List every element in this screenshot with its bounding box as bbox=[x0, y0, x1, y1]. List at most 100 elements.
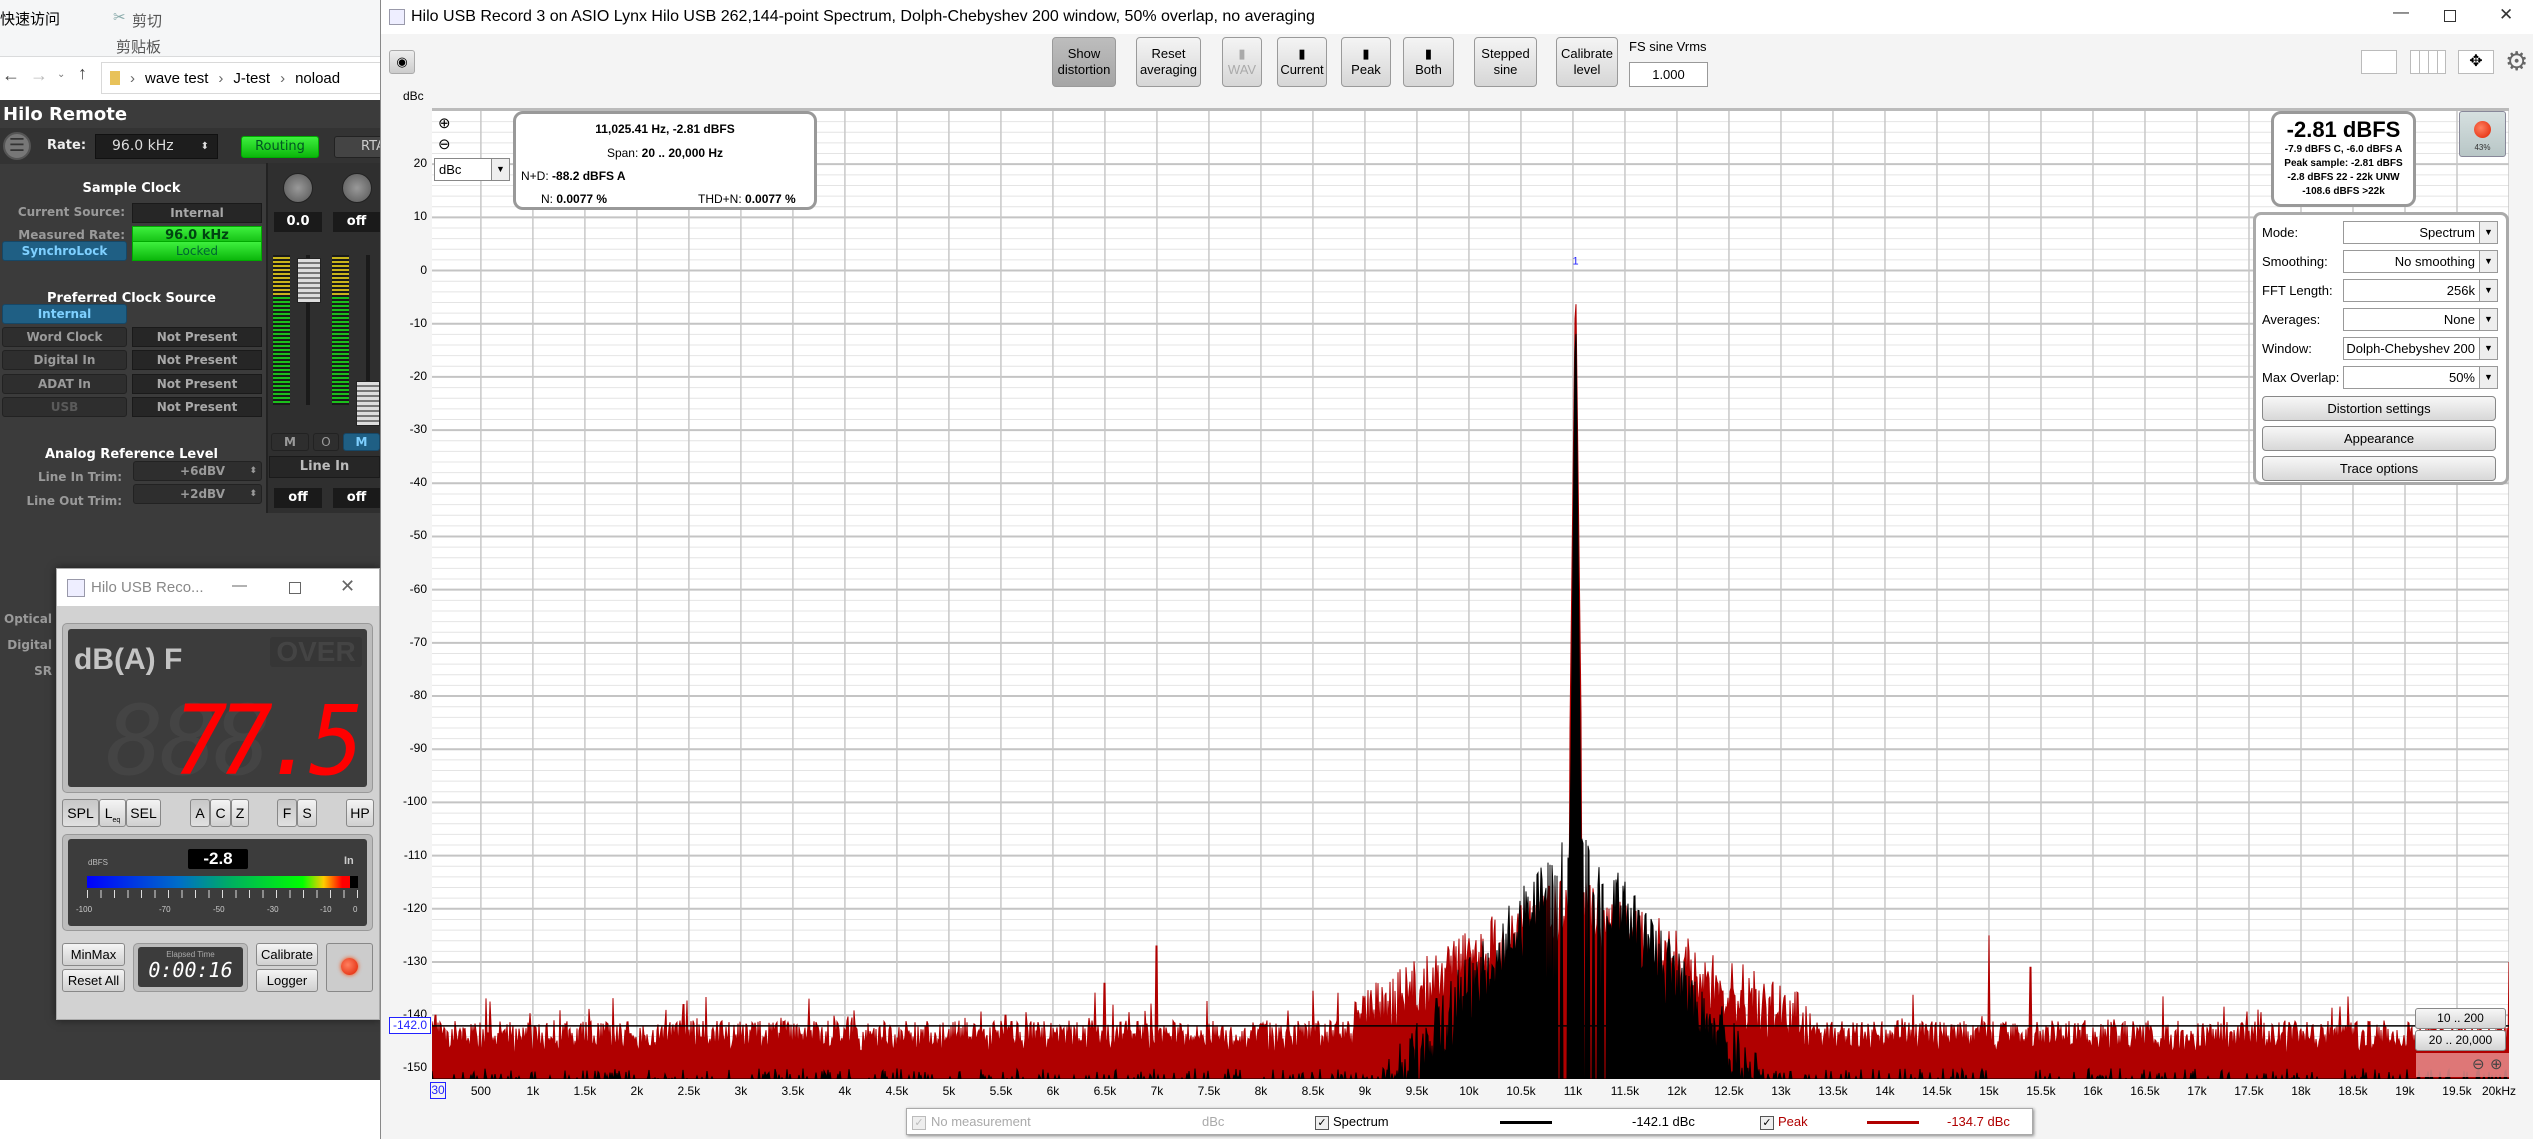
level-bar-fill bbox=[87, 876, 350, 888]
pan-value: off bbox=[333, 212, 380, 232]
sample-clock-heading: Sample Clock bbox=[82, 181, 181, 196]
averages-select[interactable]: None ▼ bbox=[2343, 308, 2498, 331]
clock-source-word-clock[interactable]: Word Clock bbox=[2, 327, 127, 347]
reset-all-button[interactable]: Reset All bbox=[62, 969, 125, 992]
close-icon[interactable]: ✕ bbox=[340, 576, 355, 597]
save-current-button[interactable]: ▮ Current bbox=[1277, 37, 1327, 87]
record-toggle-button[interactable]: 43% bbox=[2459, 111, 2506, 157]
zoom-out-icon[interactable]: ⊖ bbox=[438, 135, 451, 153]
fft-length-label: FFT Length: bbox=[2262, 283, 2333, 298]
cut-button[interactable]: 剪切 bbox=[132, 10, 162, 31]
monitor-button[interactable]: M bbox=[343, 433, 380, 451]
maximize-icon[interactable] bbox=[2444, 10, 2456, 22]
gear-icon[interactable]: ⚙ bbox=[2505, 48, 2528, 74]
close-icon[interactable]: ✕ bbox=[2499, 5, 2513, 25]
appearance-button[interactable]: Appearance bbox=[2262, 426, 2496, 451]
maximize-icon[interactable] bbox=[289, 582, 301, 594]
line-out-trim-select[interactable]: +2dBV ⬍ bbox=[133, 484, 262, 504]
leq-button[interactable]: Leq bbox=[99, 799, 126, 827]
breadcrumb-item[interactable]: wave test bbox=[145, 70, 208, 87]
menu-icon[interactable]: ☰ bbox=[3, 132, 31, 160]
clock-source-internal[interactable]: Internal bbox=[2, 304, 127, 324]
scale-label: -70 bbox=[159, 905, 171, 914]
smoothing-select[interactable]: No smoothing ▼ bbox=[2343, 250, 2498, 273]
sel-button[interactable]: SEL bbox=[126, 799, 161, 827]
save-both-button[interactable]: ▮ Both bbox=[1403, 37, 1454, 87]
stepped-sine-button[interactable]: Stepped sine bbox=[1474, 37, 1537, 87]
fast-button[interactable]: F bbox=[277, 799, 297, 827]
rate-select[interactable]: 96.0 kHz ⬍ bbox=[95, 134, 218, 159]
y-tick-label: -90 bbox=[409, 741, 427, 756]
hp-button[interactable]: HP bbox=[346, 799, 374, 827]
show-distortion-button[interactable]: Show distortion bbox=[1052, 37, 1116, 87]
n-label: N: bbox=[541, 192, 553, 206]
mode-select[interactable]: Spectrum ▼ bbox=[2343, 221, 2498, 244]
meter-titlebar: Hilo USB Reco... — ✕ bbox=[57, 569, 379, 606]
minmax-button[interactable]: MinMax bbox=[62, 943, 125, 966]
nd-value: -88.2 dBFS A bbox=[552, 169, 626, 183]
forward-arrow-icon[interactable]: → bbox=[30, 65, 48, 86]
grid-columns-icon[interactable] bbox=[2410, 50, 2446, 74]
spectrum-checkbox[interactable]: ✓ bbox=[1315, 1114, 1329, 1130]
fader-handle[interactable] bbox=[297, 258, 321, 303]
breadcrumb-item[interactable]: noload bbox=[295, 70, 340, 87]
slow-button[interactable]: S bbox=[297, 799, 317, 827]
fs-sine-input[interactable] bbox=[1629, 62, 1708, 87]
synchrolock-button[interactable]: SynchroLock bbox=[2, 241, 127, 261]
clock-source-digital-in[interactable]: Digital In bbox=[2, 350, 127, 370]
calibrate-level-button[interactable]: Calibrate level bbox=[1556, 37, 1618, 87]
marker-value-box[interactable]: -142.0 bbox=[389, 1016, 431, 1034]
a-weighting-button[interactable]: A bbox=[190, 799, 210, 827]
unit-select[interactable]: dBc ▼ bbox=[434, 158, 510, 181]
fft-length-select[interactable]: 256k ▼ bbox=[2343, 279, 2498, 302]
fader-handle[interactable] bbox=[356, 381, 380, 426]
pan-arrows-icon[interactable]: ✥ bbox=[2458, 50, 2494, 74]
measurement-info-box: 11,025.41 Hz, -2.81 dBFS Span: 20 .. 20,… bbox=[513, 111, 817, 210]
line-in-trim-select[interactable]: +6dBV ⬍ bbox=[133, 461, 262, 481]
quick-access-label[interactable]: 快速访问 bbox=[0, 8, 60, 29]
range-10-200-button[interactable]: 10 .. 200 bbox=[2415, 1008, 2506, 1029]
routing-button[interactable]: Routing bbox=[241, 136, 319, 158]
calibrate-button[interactable]: Calibrate bbox=[256, 943, 318, 966]
max-overlap-select[interactable]: 50% ▼ bbox=[2343, 366, 2498, 389]
spectrum-plot[interactable]: 1 bbox=[432, 108, 2509, 1079]
pan-knob-icon[interactable] bbox=[283, 173, 313, 203]
up-arrow-icon[interactable]: ↑ bbox=[78, 63, 87, 84]
save-wav-button[interactable]: ▮ WAV bbox=[1222, 37, 1262, 87]
minimize-icon[interactable]: — bbox=[232, 577, 247, 594]
minimize-icon[interactable]: — bbox=[2393, 4, 2409, 22]
no-measurement-unit: dBc bbox=[1202, 1114, 1225, 1129]
save-peak-button[interactable]: ▮ Peak bbox=[1341, 37, 1391, 87]
logger-button[interactable]: Logger bbox=[256, 969, 318, 992]
span-readout: Span: 20 .. 20,000 Hz bbox=[516, 146, 814, 160]
zoom-in-icon[interactable]: ⊕ bbox=[438, 114, 451, 132]
window-select[interactable]: Dolph-Chebyshev 200 ▼ bbox=[2343, 337, 2498, 360]
range-20-20000-button[interactable]: 20 .. 20,000 bbox=[2415, 1030, 2506, 1051]
record-percent: 43% bbox=[2474, 143, 2491, 152]
record-button[interactable] bbox=[326, 943, 373, 992]
zoom-out-icon[interactable]: ⊖ bbox=[2472, 1055, 2485, 1073]
address-bar[interactable]: › wave test › J-test › noload bbox=[101, 62, 391, 94]
x-tick-label: 9.5k bbox=[1405, 1084, 1429, 1098]
trace-options-button[interactable]: Trace options bbox=[2262, 456, 2496, 481]
mute-button[interactable]: M bbox=[271, 433, 309, 451]
spl-button[interactable]: SPL bbox=[62, 799, 99, 827]
distortion-settings-button[interactable]: Distortion settings bbox=[2262, 396, 2496, 421]
clock-source-usb[interactable]: USB bbox=[2, 397, 127, 417]
reset-averaging-button[interactable]: Reset averaging bbox=[1136, 37, 1201, 87]
x-start-box[interactable]: 30 bbox=[430, 1082, 446, 1099]
recent-chevron-icon[interactable]: ⌄ bbox=[57, 69, 65, 80]
fit-vertical-icon[interactable] bbox=[2361, 50, 2397, 74]
y-tick-label: 0 bbox=[420, 262, 427, 277]
zoom-in-icon[interactable]: ⊕ bbox=[2490, 1055, 2503, 1073]
breadcrumb-item[interactable]: J-test bbox=[233, 70, 270, 87]
camera-icon[interactable]: ◉ bbox=[389, 50, 415, 74]
peak-checkbox[interactable]: ✓ bbox=[1760, 1114, 1774, 1130]
solo-button[interactable]: O bbox=[313, 433, 339, 451]
no-measurement-checkbox[interactable]: ✓ bbox=[912, 1114, 926, 1130]
z-weighting-button[interactable]: Z bbox=[231, 799, 249, 827]
pan-knob-icon[interactable] bbox=[342, 173, 372, 203]
back-arrow-icon[interactable]: ← bbox=[2, 65, 20, 86]
clock-source-adat-in[interactable]: ADAT In bbox=[2, 374, 127, 394]
c-weighting-button[interactable]: C bbox=[210, 799, 231, 827]
